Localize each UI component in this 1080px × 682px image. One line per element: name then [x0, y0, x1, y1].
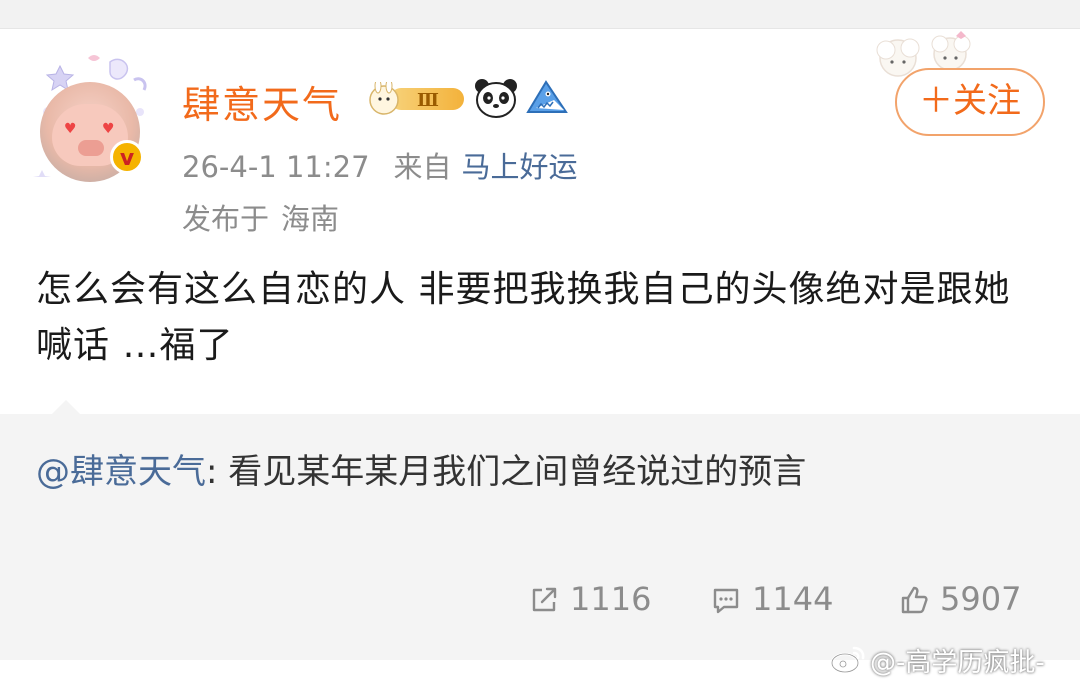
- watermark-text: @-高学历疯批-: [870, 648, 1045, 678]
- avatar[interactable]: ♥ ♥ v: [30, 52, 155, 182]
- repost-mention-link[interactable]: @肆意天气: [36, 452, 206, 492]
- repost-text[interactable]: @肆意天气: 看见某年某月我们之间曾经说过的预言: [36, 444, 1036, 500]
- post-timestamp: 26-4-1 11:27: [182, 150, 370, 184]
- comment-count: 1144: [752, 580, 834, 618]
- weibo-logo-icon: [830, 646, 865, 674]
- verified-v-icon: v: [110, 140, 144, 174]
- heart-eye-icon: ♥: [64, 121, 77, 137]
- pig-snout: [78, 140, 104, 156]
- level-text: Ⅲ: [417, 90, 439, 111]
- repost-content: : 看见某年某月我们之间曾经说过的预言: [206, 452, 807, 492]
- post-text: 怎么会有这么自恋的人 非要把我换我自己的头像绝对是跟她喊话 …福了: [36, 269, 1011, 366]
- post-meta: 26-4-1 11:27 来自 马上好运: [182, 144, 578, 186]
- shark-icon: [526, 80, 568, 113]
- location-label: 发布于: [182, 202, 270, 236]
- top-bar: [0, 0, 1080, 28]
- panda-icon: [475, 79, 517, 118]
- username[interactable]: 肆意天气: [182, 74, 342, 129]
- post-location: 发布于 海南: [182, 196, 339, 238]
- post-source-link[interactable]: 马上好运: [462, 150, 578, 184]
- follow-button[interactable]: ＋关注: [895, 68, 1045, 136]
- like-icon: [901, 586, 928, 614]
- level-badge-icon: Ⅲ: [369, 82, 464, 115]
- share-icon: [532, 587, 557, 612]
- like-count: 5907: [940, 580, 1022, 618]
- share-count: 1116: [570, 580, 652, 618]
- from-label: 来自: [393, 150, 452, 184]
- heart-eye-icon: ♥: [102, 121, 115, 137]
- location-value: 海南: [281, 202, 340, 236]
- comment-icon: [713, 588, 739, 614]
